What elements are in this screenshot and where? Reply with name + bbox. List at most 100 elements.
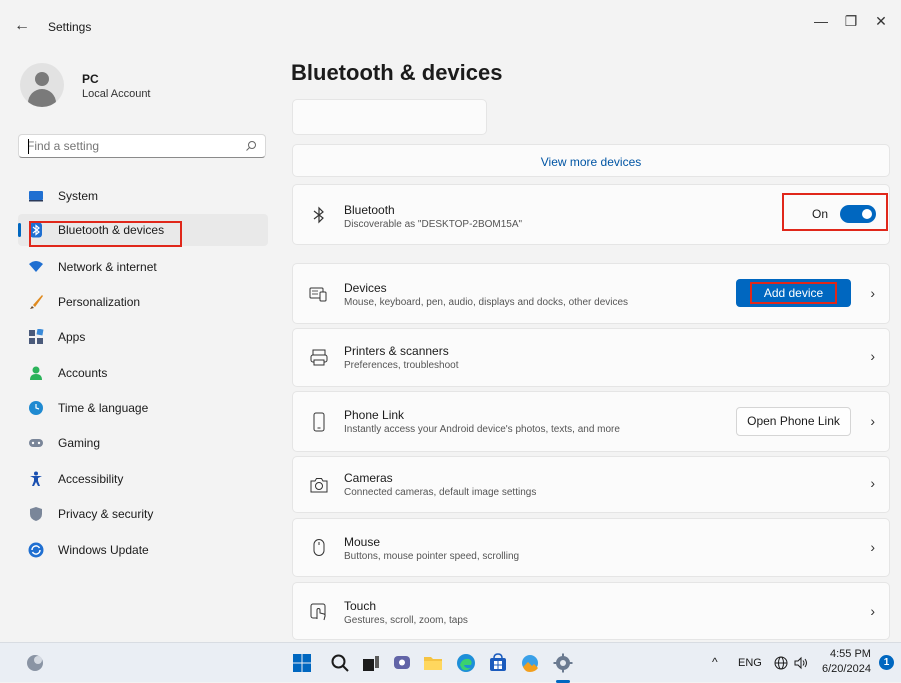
bluetooth-subtitle: Discoverable as "DESKTOP-2BOM15A" bbox=[344, 219, 523, 230]
printer-icon bbox=[310, 349, 328, 366]
touch-title: Touch bbox=[344, 599, 377, 613]
sidebar-item-label: Apps bbox=[58, 330, 86, 344]
widgets-icon[interactable] bbox=[25, 653, 45, 673]
device-tile-placeholder[interactable] bbox=[292, 99, 487, 135]
camera-icon bbox=[310, 478, 328, 493]
highlight-box-sidebar bbox=[29, 221, 182, 247]
text-caret bbox=[28, 139, 29, 154]
sidebar-item-label: Gaming bbox=[58, 436, 101, 450]
gamepad-icon bbox=[29, 439, 43, 447]
page-title: Bluetooth & devices bbox=[291, 60, 503, 85]
edge-icon[interactable] bbox=[456, 653, 476, 673]
restore-button[interactable]: ❐ bbox=[836, 10, 866, 32]
highlight-box-add-device bbox=[750, 282, 837, 304]
printers-title: Printers & scanners bbox=[344, 344, 449, 358]
view-more-devices-card[interactable]: View more devices bbox=[292, 144, 890, 177]
accessibility-icon bbox=[30, 471, 42, 486]
network-globe-icon[interactable] bbox=[774, 656, 788, 670]
sidebar-item-label: Time & language bbox=[58, 401, 149, 415]
tray-overflow-button[interactable]: ^ bbox=[712, 655, 718, 669]
task-view-icon[interactable] bbox=[361, 653, 381, 673]
chevron-right-icon[interactable]: › bbox=[870, 285, 875, 301]
touch-row[interactable]: Touch Gestures, scroll, zoom, taps › bbox=[292, 582, 890, 640]
chevron-right-icon[interactable]: › bbox=[870, 413, 875, 429]
cameras-title: Cameras bbox=[344, 471, 393, 485]
chevron-right-icon[interactable]: › bbox=[870, 603, 875, 619]
cameras-row[interactable]: Cameras Connected cameras, default image… bbox=[292, 456, 890, 513]
active-indicator bbox=[18, 223, 21, 237]
phone-icon bbox=[313, 412, 325, 432]
avatar-head-shape bbox=[35, 72, 49, 86]
settings-gear-icon[interactable] bbox=[553, 653, 573, 673]
sidebar-item-accessibility[interactable]: Accessibility bbox=[18, 463, 268, 495]
chevron-right-icon[interactable]: › bbox=[870, 348, 875, 364]
sidebar-item-label: Accessibility bbox=[58, 472, 124, 486]
back-button[interactable]: ← bbox=[14, 17, 32, 35]
title-bar: ← Settings — ❐ ✕ bbox=[0, 0, 901, 50]
clock-time[interactable]: 4:55 PM bbox=[830, 648, 871, 660]
notification-badge[interactable]: 1 bbox=[879, 655, 894, 670]
sidebar-item-privacy-security[interactable]: Privacy & security bbox=[18, 498, 268, 530]
printers-row[interactable]: Printers & scanners Preferences, trouble… bbox=[292, 328, 890, 387]
sidebar-item-label: Network & internet bbox=[58, 260, 157, 274]
highlight-box-toggle bbox=[782, 193, 888, 231]
sidebar-item-gaming[interactable]: Gaming bbox=[18, 427, 268, 459]
sidebar-item-label: Windows Update bbox=[58, 543, 149, 557]
photos-app-icon[interactable] bbox=[520, 653, 540, 673]
sidebar-item-time-language[interactable]: Time & language bbox=[18, 392, 268, 424]
close-button[interactable]: ✕ bbox=[866, 10, 896, 32]
bluetooth-title: Bluetooth bbox=[344, 203, 395, 217]
sidebar-item-label: Accounts bbox=[58, 366, 108, 380]
teams-chat-icon[interactable] bbox=[392, 653, 412, 673]
view-more-devices-link[interactable]: View more devices bbox=[293, 155, 889, 169]
phone-link-row[interactable]: Phone Link Instantly access your Android… bbox=[292, 391, 890, 452]
account-type: Local Account bbox=[82, 88, 151, 100]
chevron-right-icon[interactable]: › bbox=[870, 475, 875, 491]
search-icon[interactable] bbox=[245, 140, 257, 152]
app-title: Settings bbox=[48, 20, 92, 34]
sidebar-item-label: Personalization bbox=[58, 295, 141, 309]
update-icon bbox=[28, 542, 44, 558]
touch-subtitle: Gestures, scroll, zoom, taps bbox=[344, 615, 468, 626]
phone-link-title: Phone Link bbox=[344, 408, 405, 422]
accounts-icon bbox=[30, 366, 42, 380]
sidebar-item-label: Privacy & security bbox=[58, 507, 154, 521]
globe-clock-icon bbox=[29, 401, 43, 415]
cameras-subtitle: Connected cameras, default image setting… bbox=[344, 487, 537, 498]
file-explorer-icon[interactable] bbox=[423, 653, 443, 673]
brush-icon bbox=[30, 295, 43, 309]
printers-subtitle: Preferences, troubleshoot bbox=[344, 360, 459, 371]
sidebar-item-apps[interactable]: Apps bbox=[18, 321, 268, 353]
sidebar-item-label: System bbox=[58, 189, 99, 203]
volume-icon[interactable] bbox=[794, 656, 810, 670]
bluetooth-icon bbox=[313, 206, 324, 224]
sidebar-item-windows-update[interactable]: Windows Update bbox=[18, 534, 268, 566]
devices-title: Devices bbox=[344, 281, 387, 295]
touch-icon bbox=[310, 603, 326, 621]
mouse-subtitle: Buttons, mouse pointer speed, scrolling bbox=[344, 551, 520, 562]
phone-link-subtitle: Instantly access your Android device's p… bbox=[344, 424, 620, 435]
chevron-right-icon[interactable]: › bbox=[870, 539, 875, 555]
search-box[interactable] bbox=[18, 134, 266, 158]
sidebar-item-personalization[interactable]: Personalization bbox=[18, 286, 268, 318]
keyboard-device-icon bbox=[309, 287, 327, 302]
store-icon[interactable] bbox=[488, 653, 508, 673]
language-indicator[interactable]: ENG bbox=[738, 657, 762, 669]
shield-icon bbox=[30, 507, 42, 521]
mouse-row[interactable]: Mouse Buttons, mouse pointer speed, scro… bbox=[292, 518, 890, 577]
sidebar-item-network[interactable]: Network & internet bbox=[18, 251, 268, 283]
avatar-body-shape bbox=[28, 89, 56, 107]
taskbar: ^ ENG 4:55 PM 6/20/2024 1 bbox=[0, 642, 901, 683]
clock-date[interactable]: 6/20/2024 bbox=[822, 663, 871, 675]
sidebar-item-accounts[interactable]: Accounts bbox=[18, 357, 268, 389]
minimize-button[interactable]: — bbox=[806, 10, 836, 32]
mouse-title: Mouse bbox=[344, 535, 381, 549]
open-phone-link-button[interactable]: Open Phone Link bbox=[736, 407, 851, 436]
mouse-icon bbox=[313, 539, 325, 556]
user-name: PC bbox=[82, 72, 99, 86]
search-input[interactable] bbox=[27, 138, 237, 154]
avatar[interactable] bbox=[20, 63, 64, 107]
sidebar-item-system[interactable]: System bbox=[18, 180, 268, 212]
start-icon[interactable] bbox=[292, 653, 312, 673]
search-icon[interactable] bbox=[330, 653, 350, 673]
